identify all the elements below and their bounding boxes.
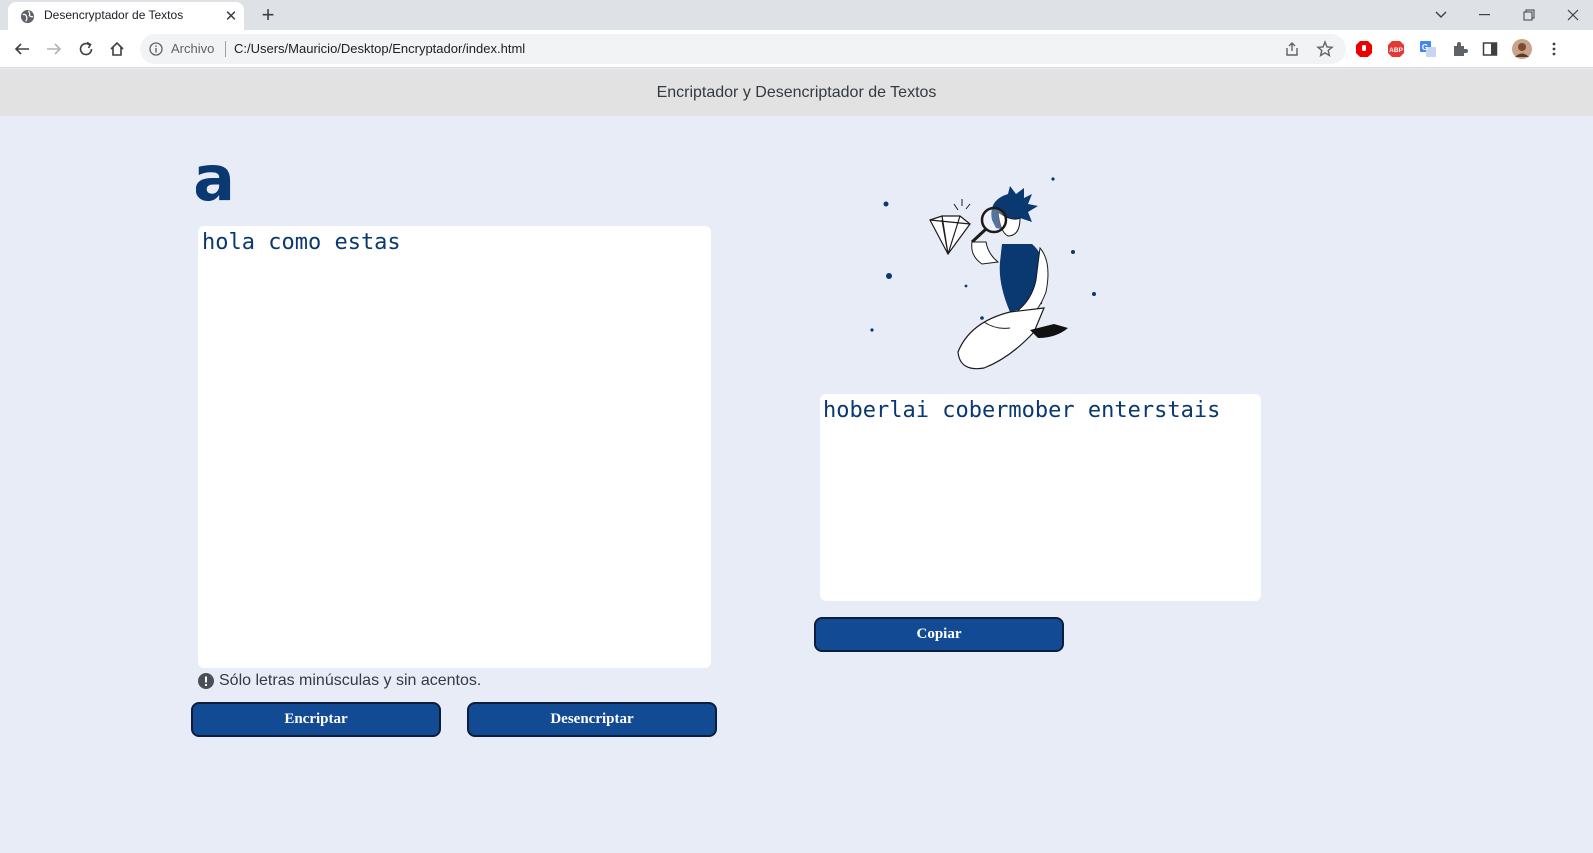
extension-translate-icon[interactable]: G: [1418, 39, 1438, 59]
back-icon[interactable]: [10, 37, 34, 61]
close-window-icon[interactable]: [1550, 0, 1593, 30]
globe-icon: [20, 9, 35, 24]
page-title: Encriptador y Desencriptador de Textos: [656, 83, 937, 101]
copy-button[interactable]: Copiar: [814, 617, 1064, 652]
info-icon[interactable]: [149, 42, 163, 56]
hint-text: Sólo letras minúsculas y sin acentos.: [219, 672, 482, 689]
sidepanel-icon[interactable]: [1480, 39, 1500, 59]
forward-icon[interactable]: [42, 37, 66, 61]
tab-title: Desencryptador de Textos: [44, 8, 184, 22]
logo: a: [196, 152, 232, 206]
minimize-icon[interactable]: [1462, 0, 1508, 30]
tab-strip: Desencryptador de Textos ✕ +: [0, 0, 1593, 30]
tab-search-icon[interactable]: [1418, 0, 1464, 30]
home-icon[interactable]: [105, 37, 129, 61]
extension-adblock-icon[interactable]: [1354, 39, 1374, 59]
browser-tab[interactable]: Desencryptador de Textos ✕: [8, 2, 244, 30]
browser-toolbar: Archivo C:/Users/Mauricio/Desktop/Encryp…: [0, 30, 1593, 68]
new-tab-button[interactable]: +: [256, 2, 280, 27]
hint: Sólo letras minúsculas y sin acentos.: [198, 672, 481, 690]
divider: [225, 41, 226, 57]
restore-icon[interactable]: [1506, 0, 1552, 30]
detective-illustration: [870, 177, 1096, 370]
logo-letter: a: [196, 152, 232, 206]
exclamation-icon: [198, 673, 214, 689]
input-text: hola como estas: [202, 230, 401, 255]
avatar[interactable]: [1512, 39, 1532, 59]
output-textarea[interactable]: hoberlai cobermober enterstais: [820, 394, 1261, 601]
share-icon[interactable]: [1284, 41, 1300, 57]
decrypt-button[interactable]: Desencriptar: [467, 702, 717, 737]
encrypt-button[interactable]: Encriptar: [191, 702, 441, 737]
star-icon[interactable]: [1316, 40, 1334, 58]
svg-text:ABP: ABP: [1389, 47, 1403, 54]
input-textarea[interactable]: hola como estas: [198, 226, 711, 668]
close-tab-icon[interactable]: ✕: [222, 7, 240, 25]
menu-icon[interactable]: [1544, 39, 1564, 59]
address-bar[interactable]: Archivo C:/Users/Mauricio/Desktop/Encryp…: [140, 34, 1346, 64]
page-header: Encriptador y Desencriptador de Textos: [0, 69, 1593, 116]
url-text[interactable]: C:/Users/Mauricio/Desktop/Encryptador/in…: [234, 41, 525, 56]
output-text: hoberlai cobermober enterstais: [823, 398, 1221, 423]
reload-icon[interactable]: [74, 37, 98, 61]
svg-text:G: G: [1422, 43, 1428, 52]
extensions-puzzle-icon[interactable]: [1450, 39, 1470, 59]
extension-abp-icon[interactable]: ABP: [1386, 39, 1406, 59]
site-chip: Archivo: [171, 41, 215, 56]
